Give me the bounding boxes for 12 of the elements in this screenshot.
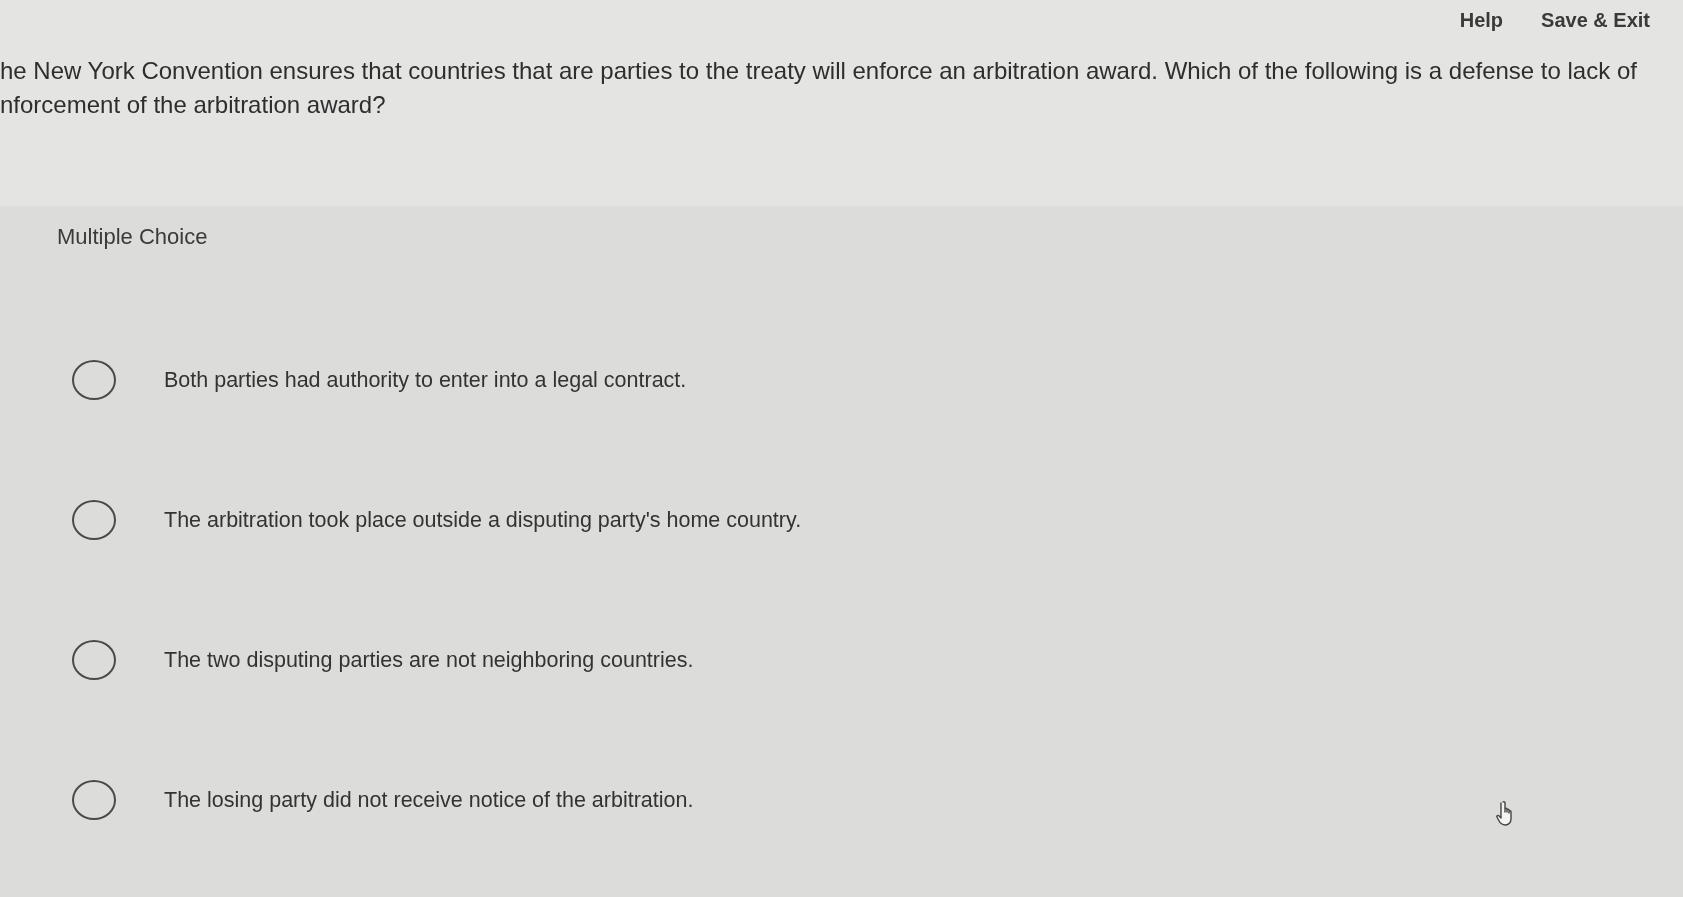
radio-button[interactable] xyxy=(72,780,116,820)
question-type-label: Multiple Choice xyxy=(57,224,208,250)
answer-option-text: The losing party did not receive notice of the arbitration. xyxy=(164,787,694,813)
radio-button[interactable] xyxy=(72,500,116,540)
radio-button[interactable] xyxy=(72,640,116,680)
header-link[interactable]: Help xyxy=(1459,6,1504,34)
question-text: he New York Convention ensures that countries that are parties to the treaty will enforce an arbitration award. Which of the following is a defense to lack of nforcement of the arbitration award? xyxy=(0,56,1637,120)
answer-option-text: Both parties had authority to enter into a legal contract. xyxy=(164,367,687,393)
radio-button[interactable] xyxy=(72,360,116,400)
answer-option-text: The two disputing parties are not neighboring countries. xyxy=(164,647,694,673)
answer-option-text: The arbitration took place outside a disputing party's home country. xyxy=(164,507,802,533)
header-link[interactable]: Save & Exit xyxy=(1541,6,1650,34)
